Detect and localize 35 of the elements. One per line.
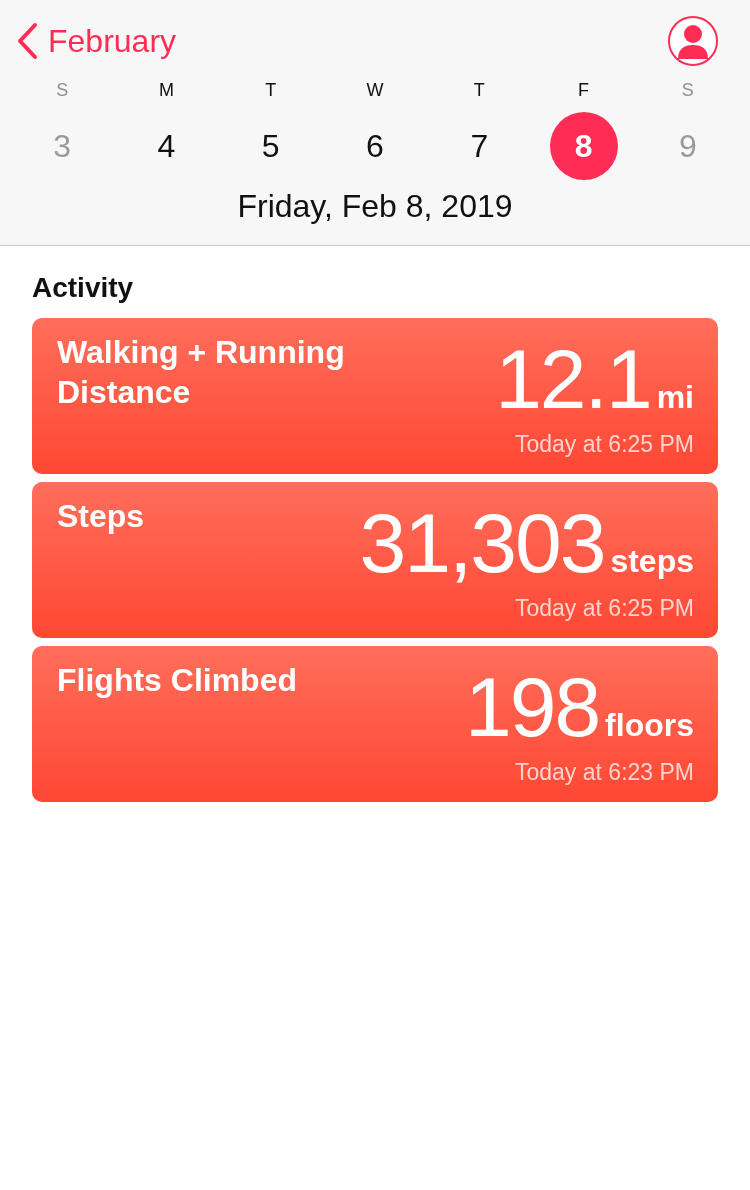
section-title: Activity — [32, 272, 135, 304]
back-chevron-icon — [16, 22, 38, 60]
activity-card[interactable]: Steps 31,303 steps Today at 6:25 PM — [32, 482, 718, 638]
metric-value: 12.1 — [495, 337, 651, 421]
metric-unit: floors — [605, 707, 694, 744]
card-title: Walking + Running Distance — [57, 333, 346, 412]
day-button[interactable]: 4 — [132, 112, 201, 180]
day-button[interactable]: 9 — [653, 112, 722, 180]
timestamp: Today at 6:25 PM — [515, 595, 694, 622]
date-title: Friday, Feb 8, 2019 — [236, 188, 514, 225]
metric-unit: mi — [656, 379, 694, 416]
weekday-label: T — [473, 80, 485, 102]
weekday-label: S — [681, 80, 694, 102]
metric-unit: steps — [610, 543, 694, 580]
metric-value: 198 — [464, 665, 600, 749]
timestamp: Today at 6:23 PM — [515, 759, 694, 786]
activity-card[interactable]: Flights Climbed 198 floors Today at 6:23 PM — [32, 646, 718, 802]
card-title: Steps — [57, 497, 146, 536]
weekday-label: M — [158, 80, 174, 102]
day-button[interactable]: 7 — [445, 112, 514, 180]
activity-card[interactable]: Walking + Running Distance 12.1 mi Today at 6:25 PM — [32, 318, 718, 474]
day-button[interactable]: 3 — [28, 112, 97, 180]
profile-button[interactable] — [668, 16, 718, 66]
weekday-label: F — [578, 80, 590, 102]
timestamp: Today at 6:25 PM — [515, 431, 694, 458]
day-button[interactable]: 5 — [236, 112, 305, 180]
metric-value: 31,303 — [359, 501, 605, 585]
card-title: Flights Climbed — [57, 661, 298, 700]
weekday-label: T — [265, 80, 277, 102]
back-button[interactable]: February — [16, 22, 177, 60]
day-button[interactable]: 8 — [549, 112, 618, 180]
weekday-label: S — [56, 80, 69, 102]
day-button[interactable]: 6 — [341, 112, 409, 180]
weekday-label: W — [366, 80, 384, 102]
person-icon — [678, 23, 708, 59]
